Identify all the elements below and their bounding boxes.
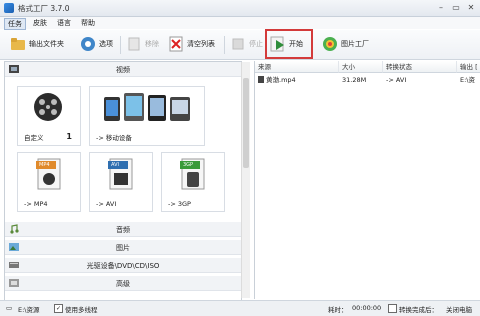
after-done-checkbox[interactable] [388,304,397,313]
options-label: 选项 [99,40,113,48]
output-path[interactable]: E:\资源 [18,304,40,314]
category-rom-device-label: 光驱设备\DVD\CD\ISO [86,262,160,270]
category-advanced[interactable]: 高级 [5,276,241,291]
title-bar: 格式工厂 3.7.0 – ▭ ✕ [0,0,480,17]
scrollbar-thumb[interactable] [243,78,249,168]
toolbar-divider [120,36,121,54]
tile-avi-label: -> AVI [96,200,117,208]
status-bar: ▭ E:\资源 ✓ 使用多线程 耗时： 00:00:00 转换完成后： 关闭电脑 [0,300,480,316]
picture-factory-icon [322,36,338,52]
column-status[interactable]: 转换状态 [383,61,457,73]
tile-avi[interactable]: AVI -> AVI [89,152,153,212]
stop-icon [230,36,246,52]
menu-bar: 任务 皮肤 语言 帮助 [0,17,480,30]
maximize-button[interactable]: ▭ [449,2,463,13]
app-icon [4,3,14,13]
tile-mp4-label: -> MP4 [24,200,48,208]
row-status: -> AVI [386,76,407,84]
category-picture[interactable]: 图片 [5,240,241,255]
output-folder-label: 输出文件夹 [29,40,64,48]
elapsed-label: 耗时： [328,306,348,314]
start-highlight-box [265,29,313,59]
clear-list-label: 清空列表 [187,40,215,48]
tile-mp4[interactable]: MP4 -> MP4 [17,152,81,212]
category-video-label: 视频 [116,66,130,74]
category-video[interactable]: 视频 [5,62,241,77]
close-button[interactable]: ✕ [464,2,478,13]
tile-custom[interactable]: 自定义 1 [17,86,81,146]
row-size: 31.28M [342,76,367,84]
output-path-folder-icon: ▭ [6,304,13,312]
picture-factory-label: 图片工厂 [341,40,369,48]
category-advanced-label: 高级 [116,280,130,288]
shutdown-label: 关闭电脑 [446,306,472,314]
picture-factory-button[interactable]: 图片工厂 [322,33,369,55]
row-output: E:\资 [460,76,475,84]
tile-mp4-badge: MP4 [39,162,50,168]
tile-custom-count: 1 [66,132,72,141]
category-panel: 视频 自定义 1 -> 移动设备 MP4 -> MP4 AVI -> AVI 3… [4,61,242,301]
mobile-devices-icon [104,93,190,121]
category-rom-device[interactable]: 光驱设备\DVD\CD\ISO [5,258,241,273]
tile-mobile-device[interactable]: -> 移动设备 [89,86,205,146]
menu-help[interactable]: 帮助 [78,18,98,28]
menu-language[interactable]: 语言 [54,18,74,28]
clear-list-button[interactable]: 清空列表 [168,33,215,55]
row-source-name: 黄渤.mp4 [266,76,296,84]
minimize-button[interactable]: – [434,2,448,13]
elapsed-time: 00:00:00 [352,304,382,312]
options-icon [80,36,96,52]
menu-skin[interactable]: 皮肤 [30,18,50,28]
tile-custom-label: 自定义 [24,134,44,142]
category-audio[interactable]: 音频 [5,222,241,237]
multithread-checkbox[interactable]: ✓ [54,304,63,313]
tile-3gp-label: -> 3GP [168,200,191,208]
remove-icon [126,36,142,52]
menu-task[interactable]: 任务 [4,18,26,30]
column-output[interactable]: 输出 [ [457,61,480,73]
toolbar-divider [224,36,225,54]
multithread-label: 使用多线程 [65,306,98,314]
options-button[interactable]: 选项 [80,33,113,55]
category-picture-label: 图片 [116,244,130,252]
output-folder-button[interactable]: 输出文件夹 [10,33,64,55]
film-reel-icon [34,93,62,121]
folder-icon [10,36,26,52]
clear-list-icon [168,36,184,52]
video-file-icon [258,76,264,83]
after-done-label: 转换完成后： [399,306,438,314]
tile-mobile-device-label: -> 移动设备 [96,134,132,142]
column-size[interactable]: 大小 [339,61,383,73]
category-audio-label: 音频 [116,226,130,234]
stop-button[interactable]: 停止 [230,33,263,55]
tile-3gp-badge: 3GP [183,162,194,168]
window-title: 格式工厂 3.7.0 [18,4,70,13]
remove-label: 移除 [145,40,159,48]
toolbar: 输出文件夹 选项 移除 清空列表 停止 开始 图片工厂 [0,30,480,60]
stop-label: 停止 [249,40,263,48]
column-source[interactable]: 来源 [255,61,339,73]
category-scrollbar[interactable] [241,62,250,298]
task-list: 来源 大小 转换状态 输出 [ 黄渤.mp4 31.28M -> AVI E:\… [254,61,480,299]
row-source: 黄渤.mp4 [255,75,342,86]
tile-3gp[interactable]: 3GP -> 3GP [161,152,225,212]
remove-button[interactable]: 移除 [126,33,159,55]
tile-avi-badge: AVI [111,162,119,168]
